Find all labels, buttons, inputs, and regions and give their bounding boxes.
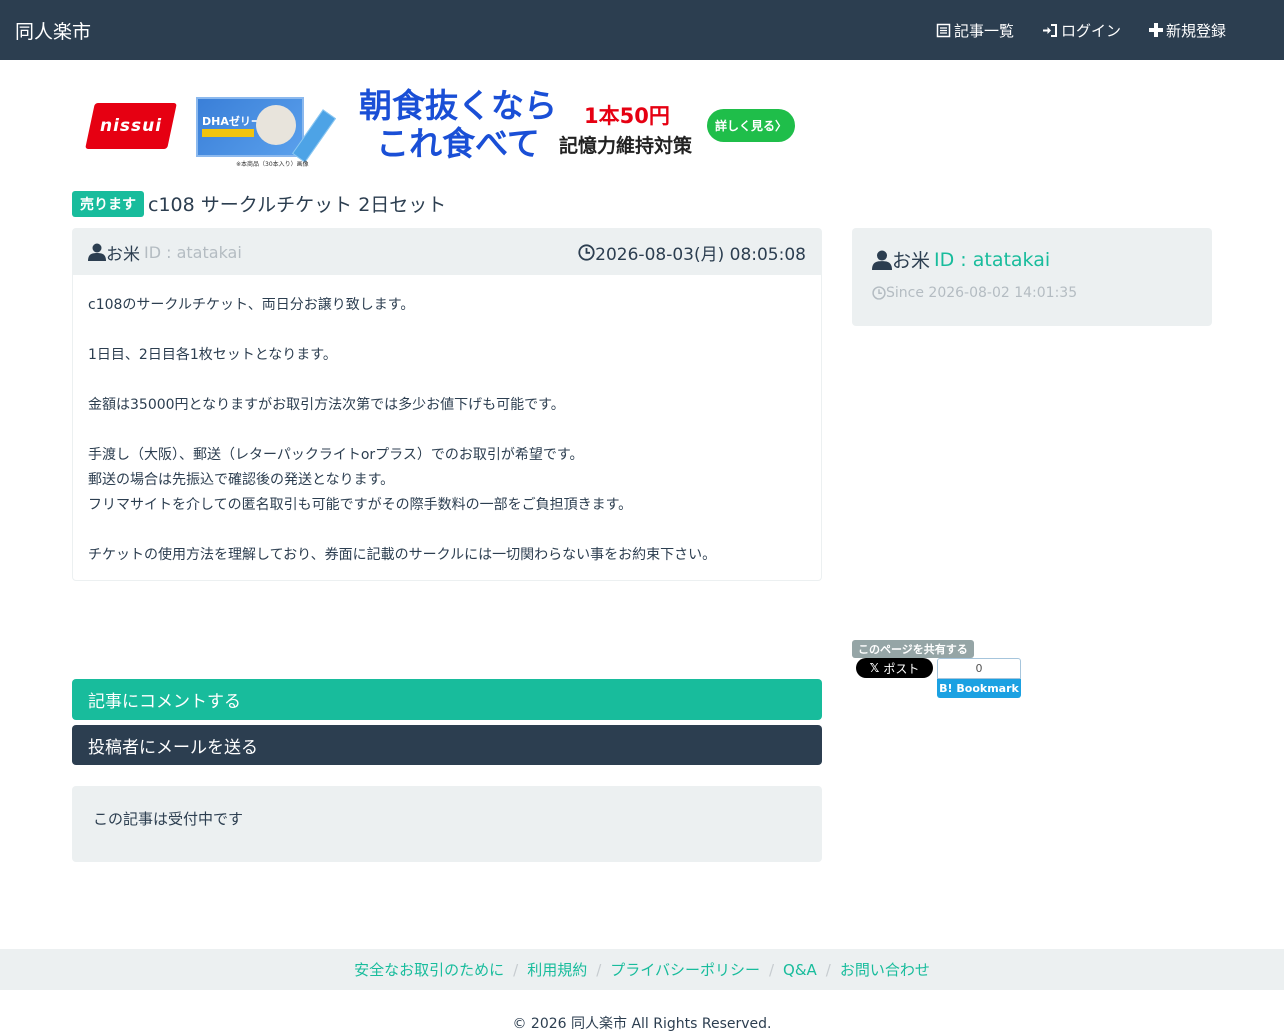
post-author-id: ID : atatakai [144, 242, 242, 262]
footer-link-terms[interactable]: 利用規約 [527, 959, 587, 980]
x-post-label: ポスト [883, 661, 920, 676]
post-date-text: 2026-08-03(月) 08:05:08 [595, 244, 806, 265]
plus-icon [1148, 23, 1163, 37]
mail-author-button[interactable]: 投稿者にメールを送る [72, 725, 822, 765]
ad-banner[interactable]: nissui DHAゼリー ※本商品（30本入り）画像 朝食抜くなら これ食べて… [78, 86, 798, 168]
nav-item-register-label: 新規登録 [1165, 21, 1226, 40]
post-body-line [88, 368, 806, 393]
post-panel: お米 ID : atatakai 2026-08-03(月) 08:05:08 … [72, 228, 822, 581]
footer-link-contact[interactable]: お問い合わせ [840, 959, 930, 980]
ad-price: 1本50円 [584, 104, 670, 128]
ad-detail-button[interactable]: 詳しく見る〉 [707, 109, 795, 142]
footer-separator: / [825, 960, 831, 979]
clock-icon [872, 286, 886, 300]
post-author: お米 ID : atatakai [88, 240, 242, 265]
footer-separator: / [596, 960, 602, 979]
post-title-row: 売ります c108 サークルチケット 2日セット [72, 190, 446, 217]
hatena-count: 0 [937, 658, 1021, 679]
post-panel-header: お米 ID : atatakai 2026-08-03(月) 08:05:08 [73, 229, 821, 275]
login-icon [1042, 23, 1057, 37]
footer-links: 安全なお取引のために / 利用規約 / プライバシーポリシー / Q&A / お… [0, 949, 1284, 990]
post-body-line: 金額は35000円となりますがお取引方法次第では多少お値下げも可能です。 [88, 397, 565, 413]
list-icon [936, 23, 951, 37]
post-status: この記事は受付中です [72, 786, 822, 862]
author-card-id[interactable]: ID : atatakai [934, 249, 1050, 271]
brand-link[interactable]: 同人楽市 [15, 17, 91, 44]
post-author-name[interactable]: お米 [106, 240, 140, 265]
x-post-button[interactable]: 𝕏 ポスト [856, 658, 933, 678]
post-title: c108 サークルチケット 2日セット [148, 194, 447, 216]
hatena-bookmark-button[interactable]: 0 B! Bookmark [937, 658, 1021, 698]
copyright: © 2026 同人楽市 All Rights Reserved. [512, 1016, 772, 1032]
nav-menu: 記事一覧 ログイン 新規登録 [922, 20, 1240, 41]
post-body-line: 郵送の場合は先振込で確認後の発送となります。 [88, 472, 395, 488]
comment-button[interactable]: 記事にコメントする [72, 679, 822, 720]
nav-item-articles-label: 記事一覧 [953, 21, 1014, 40]
nav-item-login[interactable]: ログイン [1028, 20, 1135, 41]
post-body-line [88, 318, 806, 343]
author-since-text: Since 2026-08-02 14:01:35 [886, 285, 1078, 301]
ad-headline: 朝食抜くなら これ食べて [359, 86, 557, 163]
hatena-label: B! Bookmark [937, 679, 1021, 698]
author-card-user: お米 ID : atatakai [872, 246, 1192, 273]
footer-link-qa[interactable]: Q&A [783, 961, 817, 979]
author-since: Since 2026-08-02 14:01:35 [872, 285, 1192, 301]
post-body-line: 手渡し（大阪）、郵送（レターパックライトorプラス）でのお取引が希望です。 [88, 447, 584, 463]
sell-badge: 売ります [72, 190, 144, 217]
ad-product-image: DHAゼリー ※本商品（30本入り）画像 [196, 95, 346, 168]
post-body-line [88, 518, 806, 543]
ad-brand-logo: nissui [80, 97, 180, 155]
footer-link-privacy[interactable]: プライバシーポリシー [610, 959, 760, 980]
share-widget: このページを共有する 𝕏 ポスト 0 B! Bookmark [852, 638, 1021, 698]
post-body-line: チケットの使用方法を理解しており、券面に記載のサークルには一切関わらない事をお約… [88, 547, 717, 563]
footer-separator: / [768, 960, 775, 979]
post-body-line [88, 418, 806, 443]
user-icon [88, 243, 106, 261]
nav-item-articles[interactable]: 記事一覧 [922, 20, 1028, 41]
nav-item-login-label: ログイン [1060, 21, 1121, 40]
x-logo-icon: 𝕏 [869, 661, 880, 675]
user-icon [872, 250, 892, 270]
post-body-line: フリマサイトを介しての匿名取引も可能ですがその際手数料の一部をご負担頂きます。 [88, 497, 633, 513]
footer-separator: / [513, 960, 519, 979]
post-body: c108のサークルチケット、両日分お譲り致します。 1日目、2日目各1枚セットと… [73, 275, 821, 586]
nav-item-register[interactable]: 新規登録 [1135, 20, 1240, 41]
navbar: 同人楽市 記事一覧 ログイン 新規登録 [0, 0, 1284, 60]
post-body-line: 1日目、2日目各1枚セットとなります。 [88, 347, 337, 363]
post-body-line: c108のサークルチケット、両日分お譲り致します。 [88, 297, 415, 313]
author-card: お米 ID : atatakai Since 2026-08-02 14:01:… [852, 228, 1212, 326]
clock-icon [578, 243, 595, 261]
share-label: このページを共有する [852, 640, 974, 658]
ad-tagline: 記憶力維持対策 [559, 135, 693, 157]
author-card-name[interactable]: お米 [892, 246, 930, 273]
footer-link-safety[interactable]: 安全なお取引のために [354, 959, 504, 980]
post-date: 2026-08-03(月) 08:05:08 [578, 240, 806, 265]
